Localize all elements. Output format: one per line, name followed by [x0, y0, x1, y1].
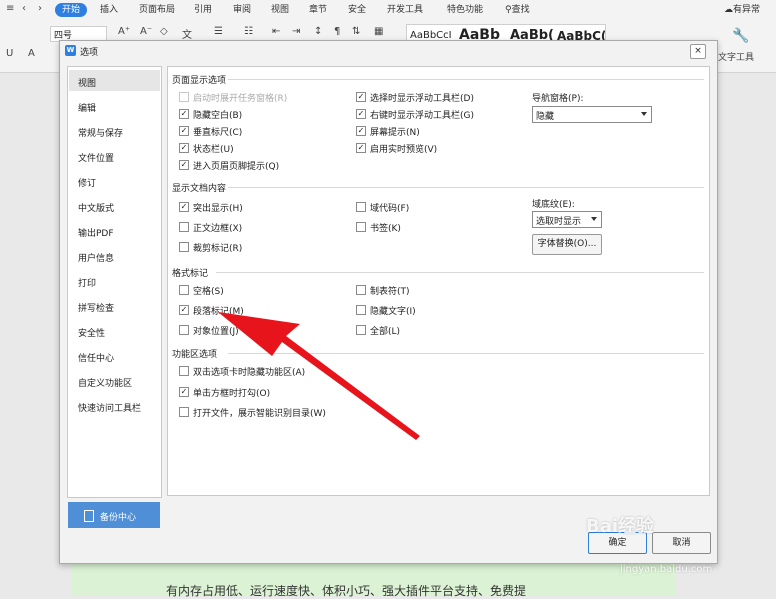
baidu-watermark: Bai经验 [586, 516, 655, 537]
baidu-watermark-url: jingyan.baidu.com [620, 564, 713, 575]
annotation-arrow-icon [218, 312, 420, 440]
arrow-shape [218, 312, 420, 440]
